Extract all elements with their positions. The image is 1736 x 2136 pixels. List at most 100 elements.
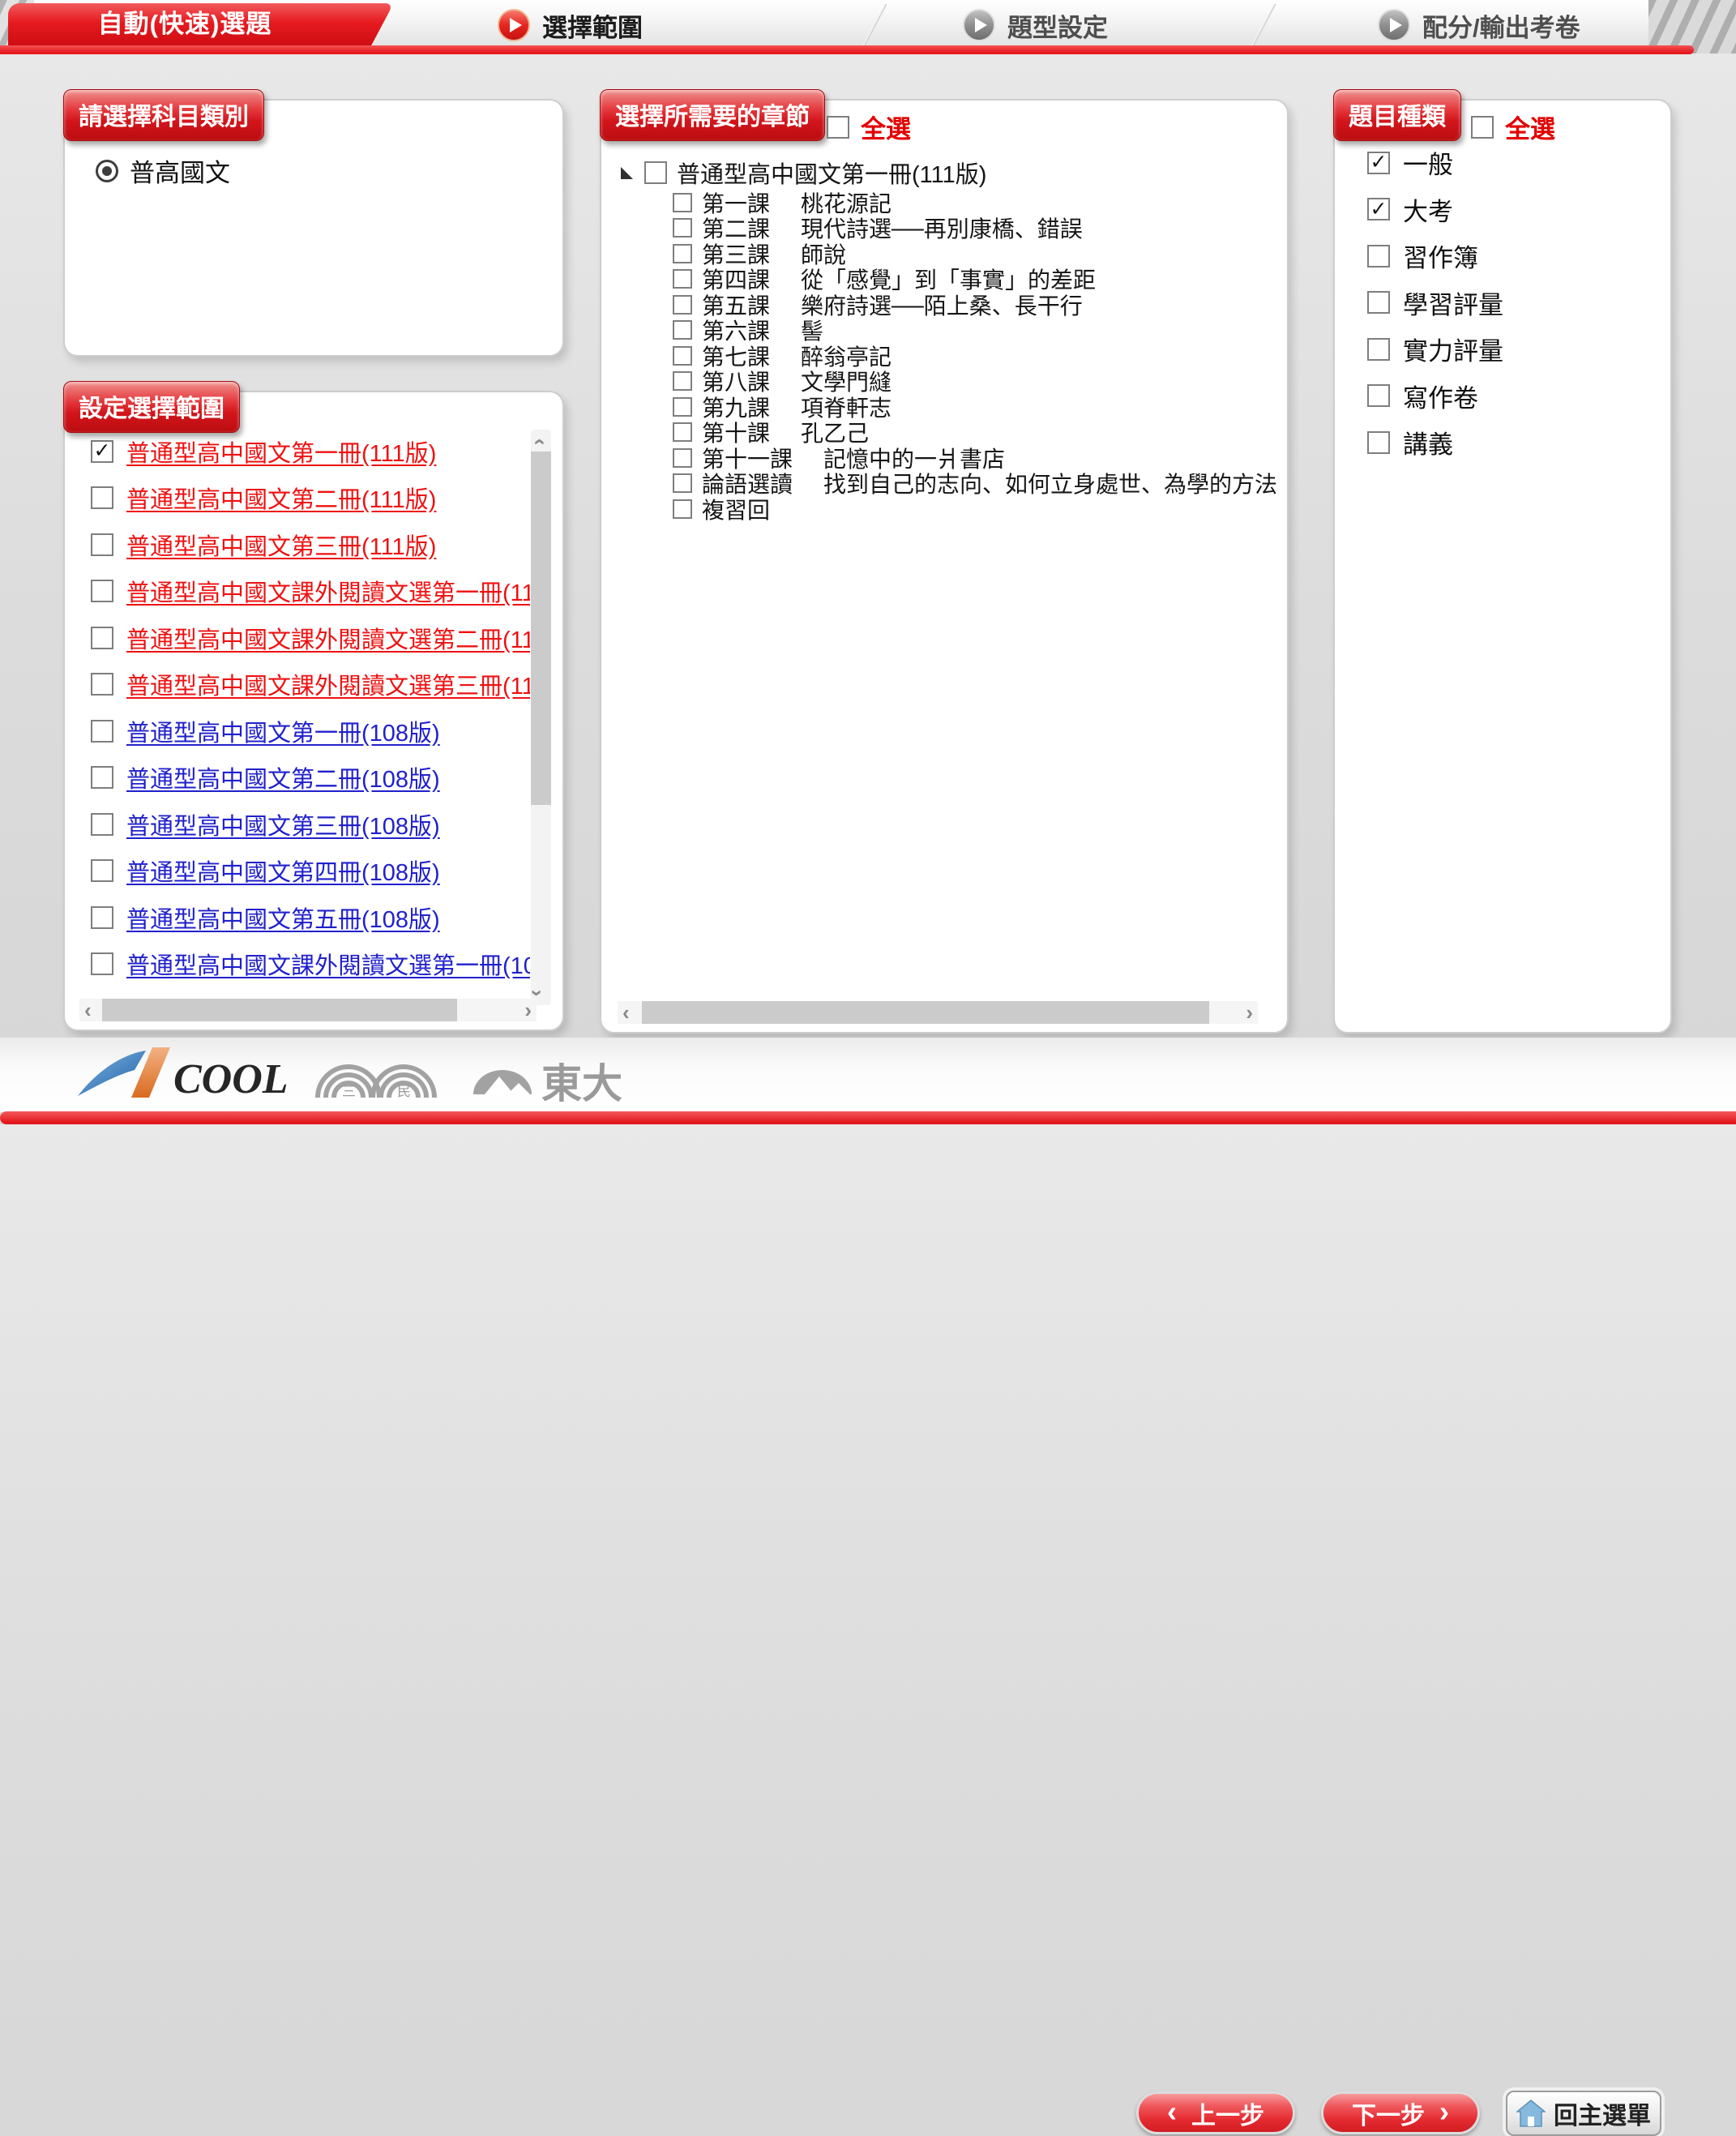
- subject-panel-title: 請選擇科目類別: [63, 89, 264, 141]
- chapter-row[interactable]: 複習回: [673, 496, 1279, 522]
- range-book-row[interactable]: ✓ 普通型高中國文第一冊(111版): [91, 428, 530, 475]
- horizontal-scrollbar[interactable]: ‹ ›: [618, 1001, 1258, 1024]
- book-checkbox[interactable]: [91, 720, 113, 743]
- tab-bar-red-strip: [0, 45, 1694, 54]
- chapter-checkbox[interactable]: [673, 218, 692, 238]
- book-label: 普通型高中國文第四冊(108版): [126, 854, 440, 888]
- chapter-select-all[interactable]: 全選: [827, 109, 911, 145]
- type-checkbox[interactable]: [1367, 245, 1390, 268]
- scroll-left-icon[interactable]: ‹: [84, 1000, 92, 1021]
- chapter-checkbox[interactable]: [673, 269, 692, 289]
- chapter-list: 第一課 桃花源記 第二課 現代詩選──再別康橋、錯誤 第三課 師說 第四課 從「…: [621, 190, 1279, 522]
- chapter-checkbox[interactable]: [673, 371, 692, 391]
- tab-label: 配分/輸出考卷: [1422, 7, 1580, 44]
- subject-option[interactable]: 普高國文: [96, 152, 230, 189]
- book-checkbox[interactable]: [91, 859, 113, 882]
- range-book-row[interactable]: 普通型高中國文課外閱讀文選第一冊(111版): [91, 568, 530, 615]
- scroll-right-icon[interactable]: ›: [524, 1000, 532, 1021]
- range-book-row[interactable]: 普通型高中國文第二冊(108版): [91, 755, 530, 802]
- type-label: 寫作卷: [1403, 378, 1478, 414]
- dongda-logo: 東大: [473, 1061, 622, 1106]
- chevron-left-icon: ‹: [1167, 2095, 1177, 2129]
- chapter-number: 複習回: [702, 493, 770, 525]
- book-checkbox[interactable]: [91, 906, 113, 929]
- type-label: 習作簿: [1403, 238, 1478, 274]
- type-checkbox[interactable]: ✓: [1367, 198, 1390, 220]
- range-book-row[interactable]: 普通型高中國文課外閱讀文選第三冊(111版): [91, 661, 530, 708]
- type-checkbox[interactable]: [1367, 338, 1390, 361]
- book-checkbox[interactable]: ✓: [91, 440, 113, 463]
- play-icon-red: [498, 9, 530, 41]
- type-checkbox[interactable]: [1367, 384, 1390, 407]
- book-checkbox[interactable]: [91, 627, 113, 649]
- book-checkbox[interactable]: [91, 533, 113, 556]
- scrollbar-thumb[interactable]: [102, 999, 457, 1021]
- scrollbar-thumb[interactable]: [531, 452, 551, 805]
- chapter-checkbox[interactable]: [673, 397, 692, 417]
- horizontal-scrollbar[interactable]: ‹ ›: [79, 999, 537, 1021]
- prev-step-label: 上一步: [1191, 2095, 1264, 2131]
- select-all-checkbox[interactable]: [827, 116, 849, 139]
- range-book-row[interactable]: 普通型高中國文第三冊(111版): [91, 521, 530, 568]
- scroll-down-icon[interactable]: ›: [527, 990, 548, 997]
- type-row[interactable]: 講義: [1367, 419, 1643, 466]
- type-checkbox[interactable]: [1367, 291, 1390, 314]
- chapter-checkbox[interactable]: [673, 244, 692, 263]
- chapter-title: 找到自己的志向、如何立身處世、為學的方法: [823, 467, 1277, 499]
- scroll-up-icon[interactable]: ›: [527, 439, 548, 446]
- type-row[interactable]: 習作簿: [1367, 233, 1643, 280]
- type-checkbox[interactable]: ✓: [1367, 152, 1390, 174]
- prev-step-button[interactable]: ‹ 上一步: [1136, 2091, 1295, 2134]
- book-label: 普通型高中國文第一冊(111版): [126, 434, 436, 469]
- tab-auto-quick-select[interactable]: 自動(快速)選題: [8, 3, 361, 45]
- chapter-checkbox[interactable]: [673, 499, 692, 519]
- book-label: 普通型高中國文課外閱讀文選第一冊(111版): [126, 574, 530, 608]
- book-checkbox[interactable]: [91, 766, 113, 789]
- main-menu-button[interactable]: 回主選單: [1506, 2091, 1661, 2136]
- radio-selected-icon[interactable]: [96, 160, 118, 182]
- tab-question-type-settings[interactable]: 題型設定: [963, 6, 1108, 44]
- range-book-row[interactable]: 普通型高中國文課外閱讀文選第二冊(111版): [91, 614, 530, 661]
- scroll-right-icon[interactable]: ›: [1246, 1002, 1253, 1023]
- book-checkbox[interactable]: [91, 952, 113, 975]
- type-row[interactable]: ✓ 大考: [1367, 186, 1643, 233]
- range-book-row[interactable]: 普通型高中國文課外閱讀文選第一冊(108版): [91, 941, 530, 988]
- book-checkbox[interactable]: [644, 161, 667, 184]
- chapter-checkbox[interactable]: [673, 473, 692, 493]
- book-checkbox[interactable]: [91, 813, 113, 836]
- book-checkbox[interactable]: [91, 673, 113, 696]
- type-row[interactable]: 學習評量: [1367, 280, 1643, 327]
- type-checkbox[interactable]: [1367, 431, 1390, 454]
- footer-bar: COOL 三 民 東大 ‹ 上一步 下一步 › 回: [0, 1038, 1736, 1112]
- range-panel: ✓ 普通型高中國文第一冊(111版) 普通型高中國文第二冊(111版) 普通型高…: [63, 391, 564, 1031]
- vertical-scrollbar[interactable]: › ›: [531, 430, 551, 1005]
- type-row[interactable]: ✓ 一般: [1367, 139, 1643, 186]
- next-step-button[interactable]: 下一步 ›: [1321, 2091, 1480, 2134]
- sanmin-char-2: 民: [397, 1084, 411, 1099]
- scroll-left-icon[interactable]: ‹: [622, 1002, 630, 1023]
- book-checkbox[interactable]: [91, 580, 113, 602]
- tree-book-row[interactable]: 普通型高中國文第一冊(111版): [621, 157, 1279, 188]
- type-row[interactable]: 實力評量: [1367, 326, 1643, 373]
- select-all-checkbox[interactable]: [1471, 116, 1494, 139]
- tree-expander-icon[interactable]: [621, 167, 633, 179]
- tab-scoring-output[interactable]: 配分/輸出考卷: [1378, 6, 1580, 44]
- chapter-checkbox[interactable]: [673, 422, 692, 442]
- range-book-row[interactable]: 普通型高中國文第五冊(108版): [91, 894, 530, 941]
- scrollbar-thumb[interactable]: [642, 1001, 1209, 1024]
- chapter-checkbox[interactable]: [673, 346, 692, 366]
- type-row[interactable]: 寫作卷: [1367, 373, 1643, 420]
- range-book-row[interactable]: 普通型高中國文第四冊(108版): [91, 848, 530, 895]
- tab-select-range[interactable]: 選擇範圍: [498, 6, 643, 44]
- range-book-row[interactable]: 普通型高中國文第三冊(108版): [91, 801, 530, 848]
- play-icon-gray: [1378, 9, 1410, 41]
- chapter-checkbox[interactable]: [673, 193, 692, 212]
- chapter-checkbox[interactable]: [673, 320, 692, 340]
- chapter-checkbox[interactable]: [673, 448, 692, 468]
- type-select-all[interactable]: 全選: [1471, 109, 1555, 145]
- chapter-checkbox[interactable]: [673, 295, 692, 315]
- range-list: ✓ 普通型高中國文第一冊(111版) 普通型高中國文第二冊(111版) 普通型高…: [91, 428, 530, 1007]
- range-book-row[interactable]: 普通型高中國文第二冊(111版): [91, 475, 530, 522]
- book-checkbox[interactable]: [91, 486, 113, 509]
- range-book-row[interactable]: 普通型高中國文第一冊(108版): [91, 708, 530, 755]
